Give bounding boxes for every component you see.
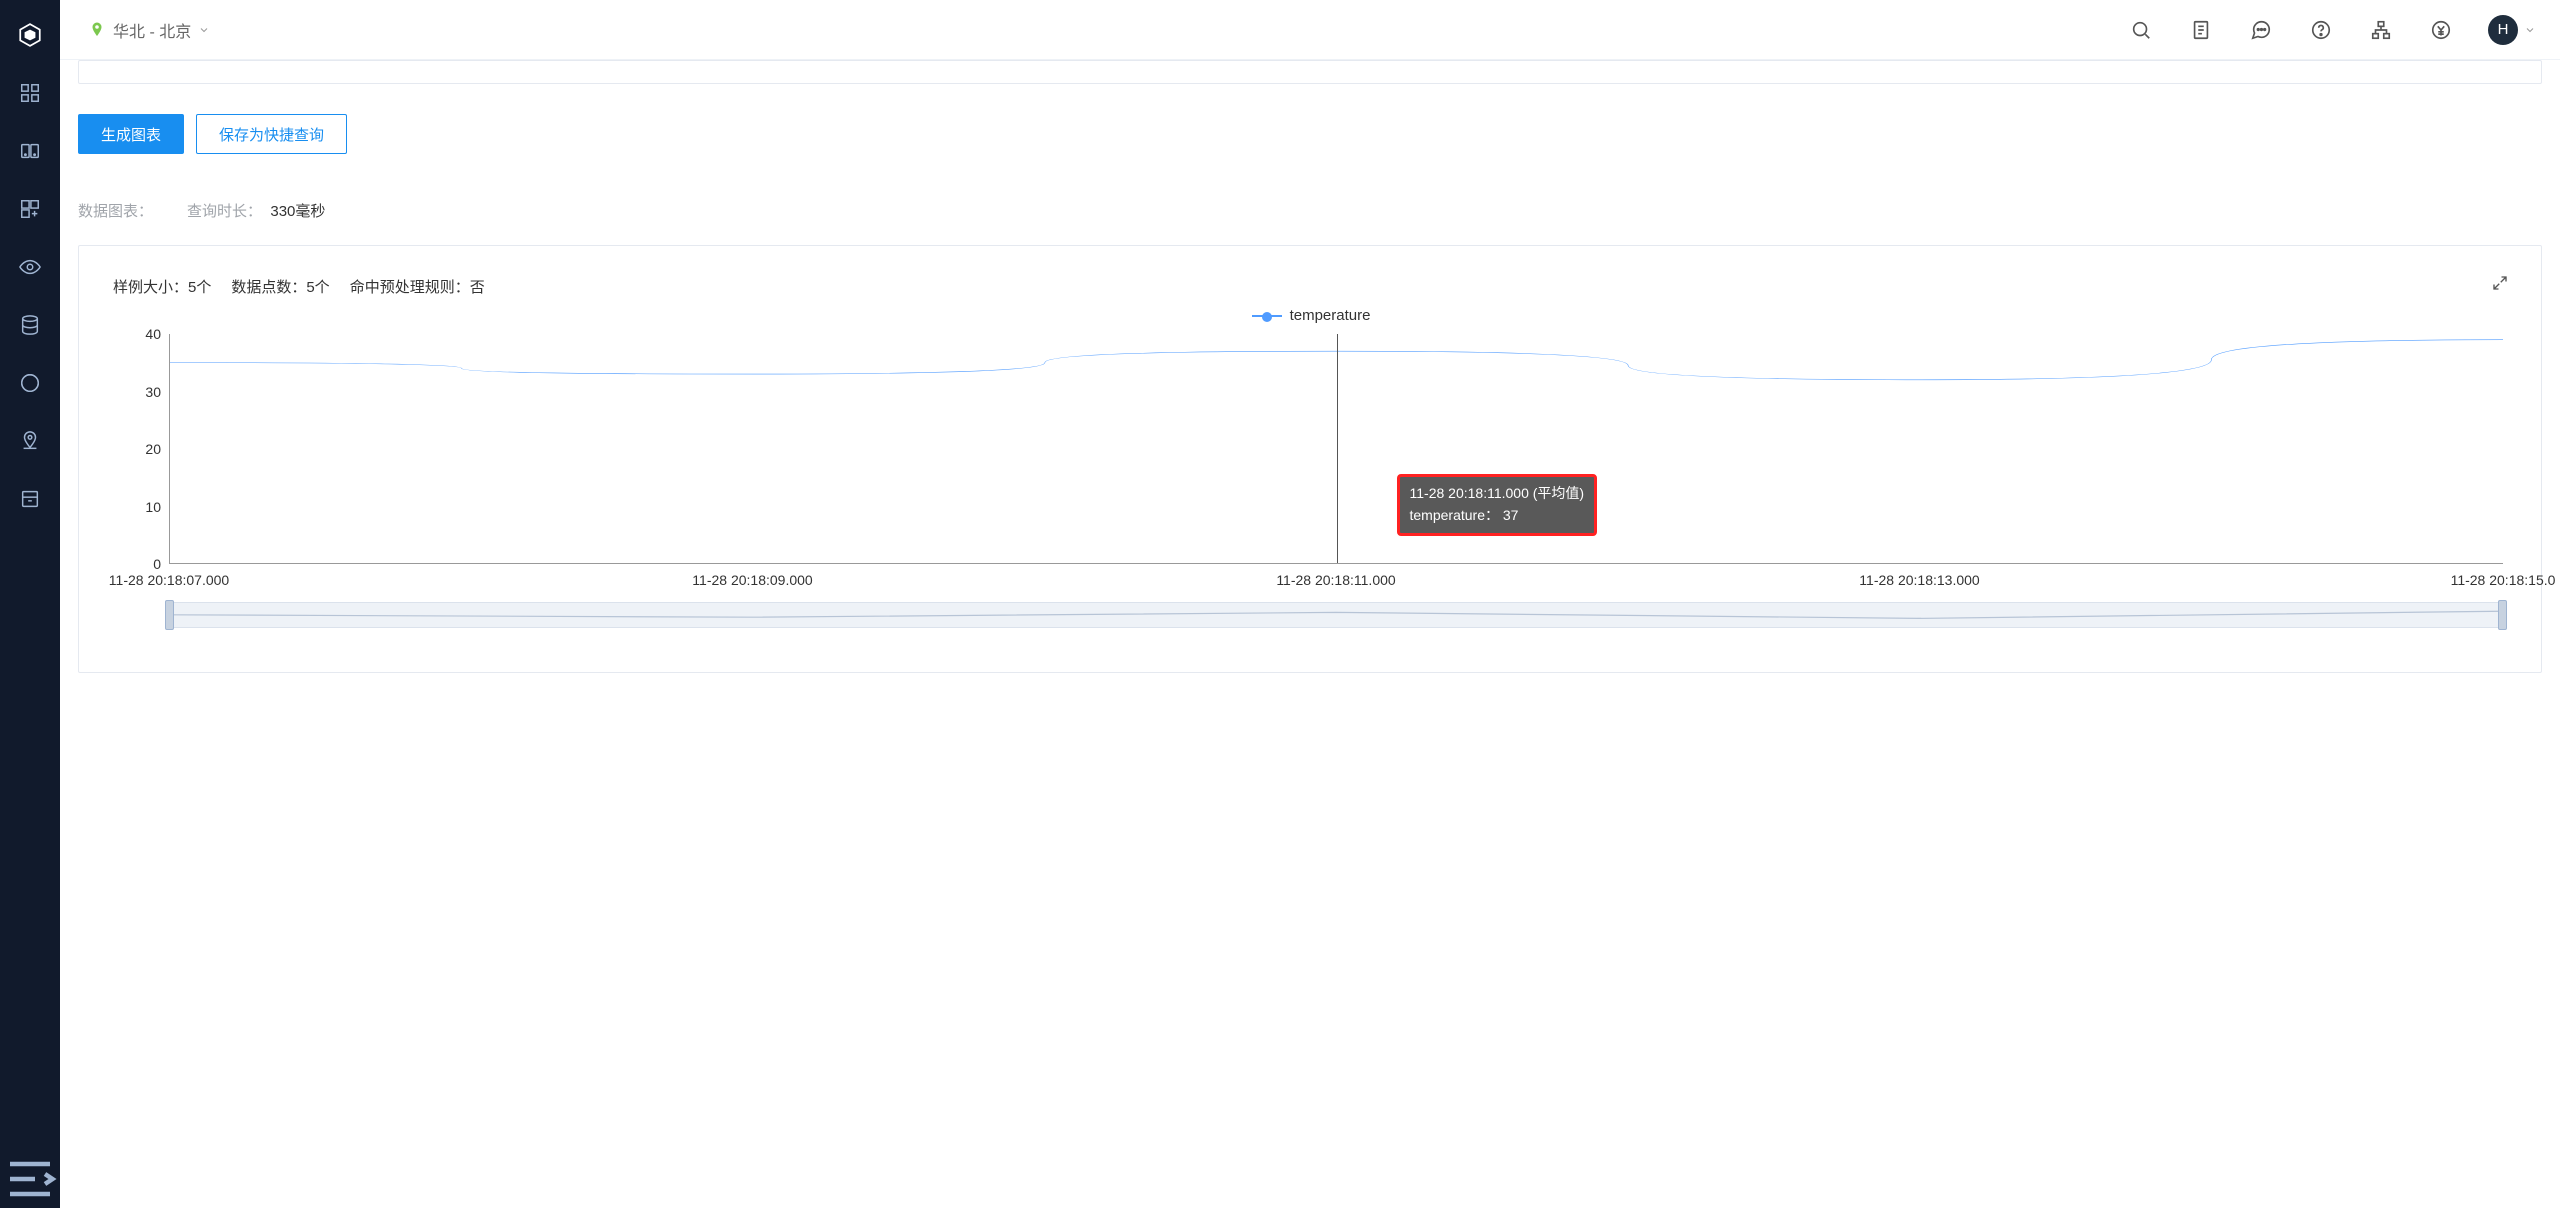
x-tick-label: 11-28 20:18:11.000: [1276, 572, 1395, 588]
summary-data-points: 数据点数：5个: [231, 276, 329, 297]
generate-chart-button[interactable]: 生成图表: [78, 114, 184, 154]
zoom-handle-left[interactable]: [165, 600, 174, 630]
save-query-button[interactable]: 保存为快捷查询: [196, 114, 347, 154]
product-logo[interactable]: [0, 6, 60, 64]
summary-sample-size: 样例大小：5个: [113, 276, 211, 297]
topbar: 华北 - 北京 H: [60, 0, 2560, 60]
legend-marker-icon: [1252, 315, 1282, 317]
sidebar-archive[interactable]: [0, 470, 60, 528]
search-icon[interactable]: [2128, 17, 2154, 43]
duration: 查询时长： 330毫秒: [187, 200, 325, 221]
main: 生成图表 保存为快捷查询 数据图表： 查询时长： 330毫秒 样例大小：5个 数…: [60, 60, 2560, 1208]
chart-card: 样例大小：5个 数据点数：5个 命中预处理规则：否 temperature 11…: [78, 245, 2542, 673]
sidebar-products[interactable]: [0, 180, 60, 238]
location-pin-icon: [88, 21, 106, 39]
x-tick-label: 11-28 20:18:09.000: [692, 572, 812, 588]
query-input-card[interactable]: [78, 60, 2542, 84]
x-tick-label: 11-28 20:18:07.000: [109, 572, 229, 588]
y-tick-label: 30: [113, 384, 161, 400]
sidebar-location[interactable]: [0, 412, 60, 470]
sidebar-rules[interactable]: [0, 354, 60, 412]
user-menu[interactable]: H: [2488, 15, 2536, 45]
sidebar-devices[interactable]: [0, 122, 60, 180]
sidebar-collapse[interactable]: [0, 1150, 60, 1208]
chart-label: 数据图表：: [78, 200, 153, 221]
sidebar-storage[interactable]: [0, 296, 60, 354]
chart-plot[interactable]: 11-28 20:18:11.000 (平均值)temperature： 37 0…: [113, 334, 2509, 594]
expand-icon[interactable]: [2491, 274, 2513, 296]
org-tree-icon[interactable]: [2368, 17, 2394, 43]
help-icon[interactable]: [2308, 17, 2334, 43]
y-tick-label: 10: [113, 499, 161, 515]
sidebar-dashboard[interactable]: [0, 64, 60, 122]
y-tick-label: 0: [113, 556, 161, 572]
chart-tooltip: 11-28 20:18:11.000 (平均值)temperature： 37: [1397, 474, 1598, 536]
region-selector[interactable]: 华北 - 北京: [88, 18, 210, 42]
y-tick-label: 20: [113, 441, 161, 457]
zoom-handle-right[interactable]: [2498, 600, 2507, 630]
x-tick-label: 11-28 20:18:13.000: [1859, 572, 1979, 588]
y-tick-label: 40: [113, 326, 161, 342]
billing-icon[interactable]: [2428, 17, 2454, 43]
region-label: 华北 - 北京: [113, 18, 191, 42]
chart-legend[interactable]: temperature: [113, 307, 2509, 324]
summary-rule-hit: 命中预处理规则：否: [350, 276, 485, 297]
avatar: H: [2488, 15, 2518, 45]
chevron-down-icon: [2524, 24, 2536, 36]
feedback-icon[interactable]: [2248, 17, 2274, 43]
sidebar: [0, 0, 60, 1208]
docs-icon[interactable]: [2188, 17, 2214, 43]
sidebar-monitor[interactable]: [0, 238, 60, 296]
x-tick-label: 11-28 20:18:15.0: [2451, 572, 2556, 588]
legend-label: temperature: [1290, 307, 1371, 324]
chart-hover-line: [1337, 334, 1338, 563]
zoom-slider[interactable]: [169, 602, 2503, 628]
chevron-down-icon: [198, 24, 210, 36]
chart-meta: 数据图表： 查询时长： 330毫秒: [78, 200, 2542, 221]
